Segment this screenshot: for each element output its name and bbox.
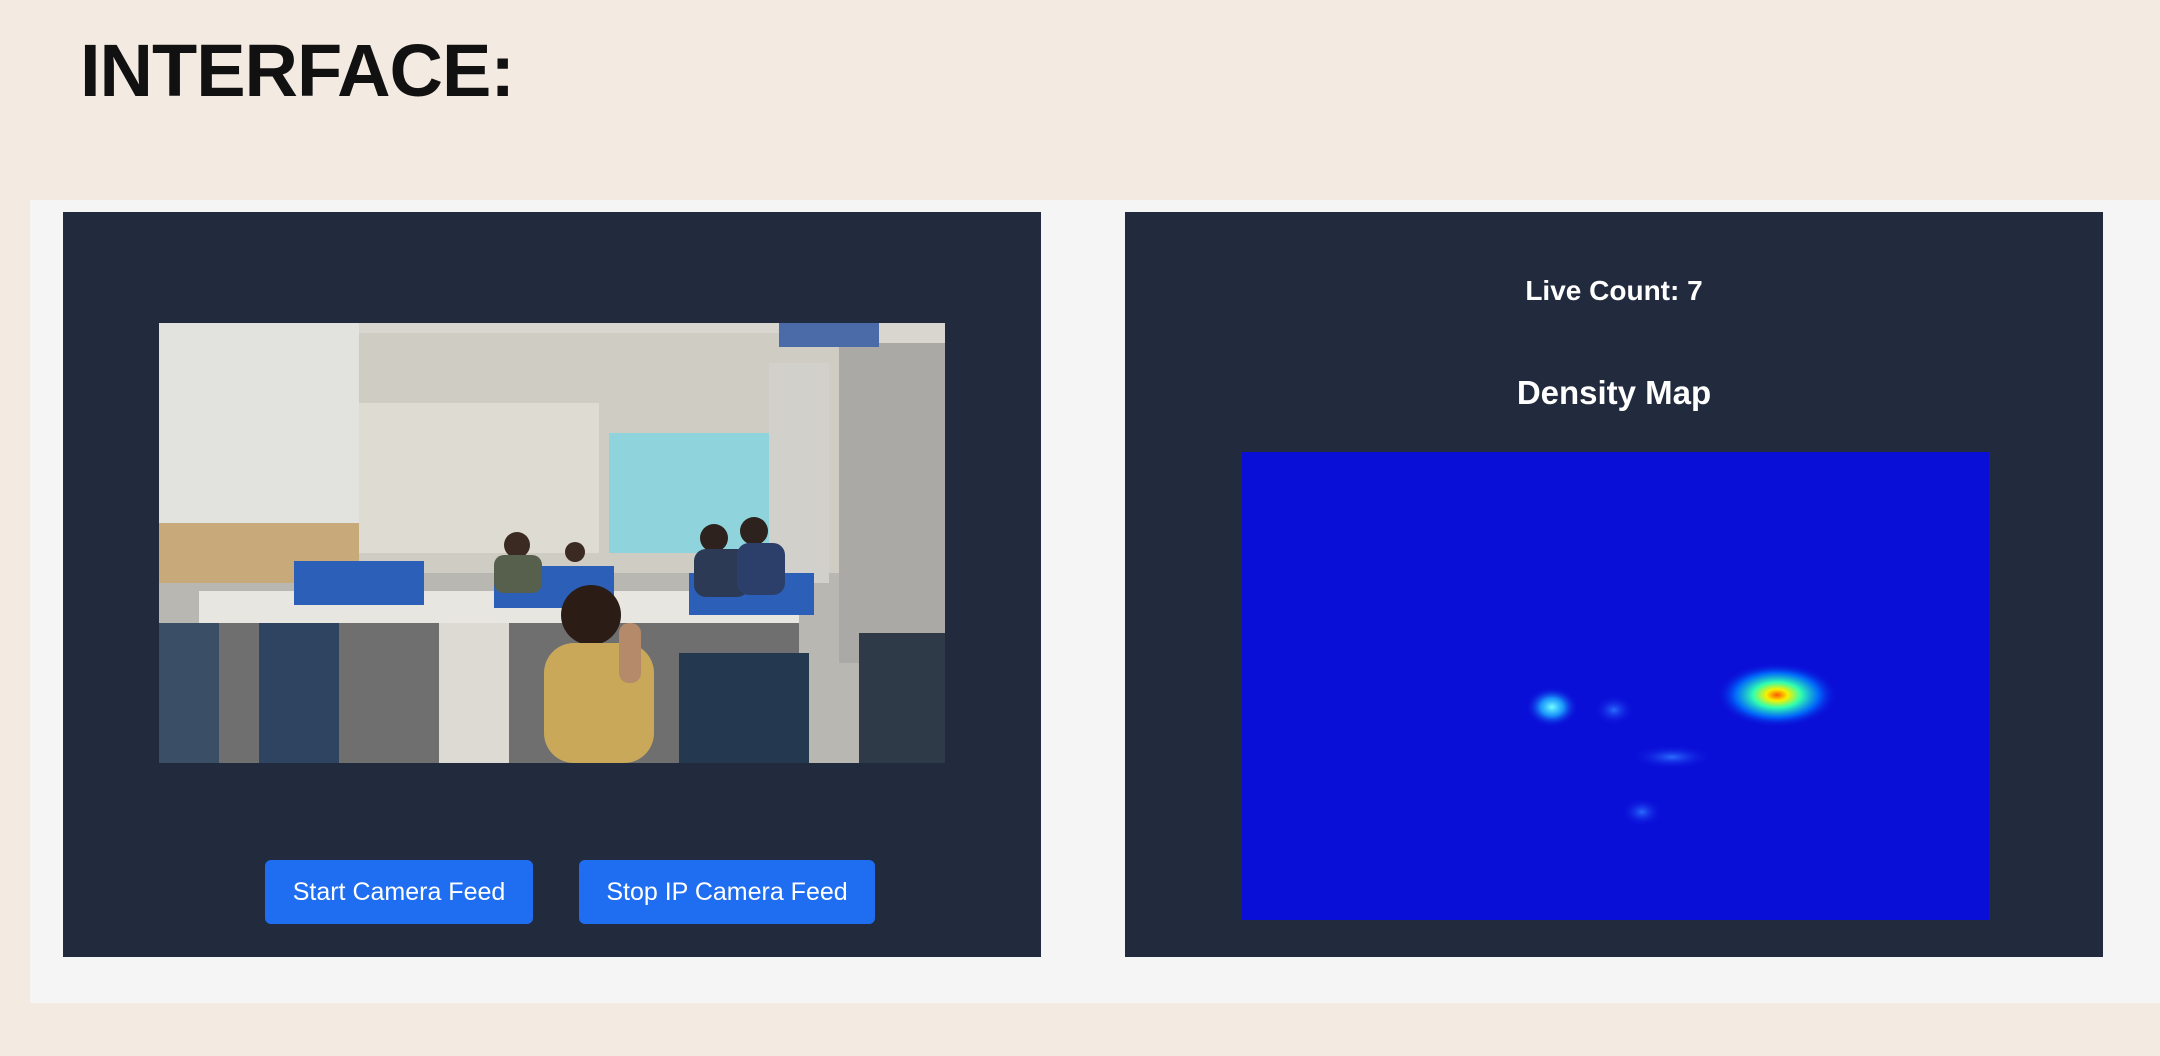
page-title: INTERFACE:: [80, 29, 515, 112]
app-frame: Start Camera Feed Stop IP Camera Feed Li…: [30, 200, 2160, 1003]
camera-panel: Start Camera Feed Stop IP Camera Feed: [63, 212, 1041, 957]
page: INTERFACE: Start Camera Feed Stop IP Cam…: [0, 0, 2160, 1056]
live-count-label: Live Count: 7: [1525, 275, 1703, 306]
density-panel: Live Count: 7 Density Map: [1125, 212, 2103, 957]
density-map-title: Density Map: [1516, 374, 1712, 411]
stop-ip-camera-feed-button[interactable]: Stop IP Camera Feed: [579, 860, 875, 924]
start-camera-feed-button[interactable]: Start Camera Feed: [265, 860, 533, 924]
density-map-image: [1242, 452, 1989, 920]
camera-feed-image: [159, 323, 945, 763]
